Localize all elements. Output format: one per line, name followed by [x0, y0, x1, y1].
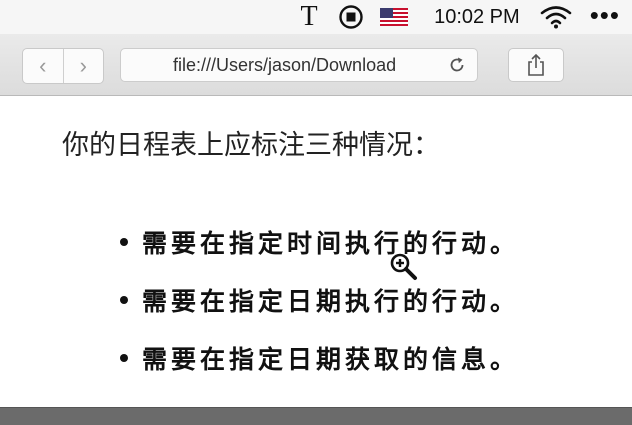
- bullet-dot-icon: [120, 238, 128, 246]
- page-heading: 你的日程表上应标注三种情况：: [62, 130, 440, 161]
- bullet-dot-icon: [120, 296, 128, 304]
- page-content: 你的日程表上应标注三种情况： 需要在指定时间执行的行动。 需要在指定日期执行的行…: [0, 97, 632, 407]
- us-flag-icon[interactable]: [380, 8, 409, 26]
- browser-toolbar: ‹ › file:///Users/jason/Download: [0, 34, 632, 96]
- bullet-list: 需要在指定时间执行的行动。 需要在指定日期执行的行动。 需要在指定日期获取的信息…: [120, 213, 519, 387]
- share-icon: [528, 53, 544, 76]
- stop-record-icon[interactable]: [338, 4, 364, 30]
- list-item-text: 需要在指定日期获取的信息。: [142, 345, 520, 374]
- url-text[interactable]: file:///Users/jason/Download: [173, 55, 437, 76]
- bullet-dot-icon: [120, 354, 128, 362]
- wifi-icon[interactable]: [540, 5, 572, 29]
- address-bar[interactable]: file:///Users/jason/Download: [120, 48, 478, 82]
- more-icon[interactable]: •••: [590, 2, 620, 28]
- menu-clock[interactable]: 10:02 PM: [434, 6, 520, 29]
- list-item-text: 需要在指定日期执行的行动。: [142, 287, 520, 316]
- list-item: 需要在指定时间执行的行动。: [120, 213, 519, 271]
- list-item: 需要在指定日期获取的信息。: [120, 329, 519, 387]
- menu-bar: T 10:02 PM •••: [0, 0, 632, 34]
- zoom-in-cursor-icon: [389, 252, 419, 282]
- back-button[interactable]: ‹: [23, 49, 63, 83]
- reload-icon[interactable]: [447, 55, 467, 75]
- list-item: 需要在指定日期执行的行动。: [120, 271, 519, 329]
- bottom-bar: [0, 407, 632, 425]
- share-button[interactable]: [508, 48, 564, 82]
- nav-button-group: ‹ ›: [22, 48, 104, 84]
- list-item-text: 需要在指定时间执行的行动。: [142, 229, 520, 258]
- text-tool-icon[interactable]: T: [294, 1, 324, 33]
- forward-button[interactable]: ›: [62, 49, 104, 83]
